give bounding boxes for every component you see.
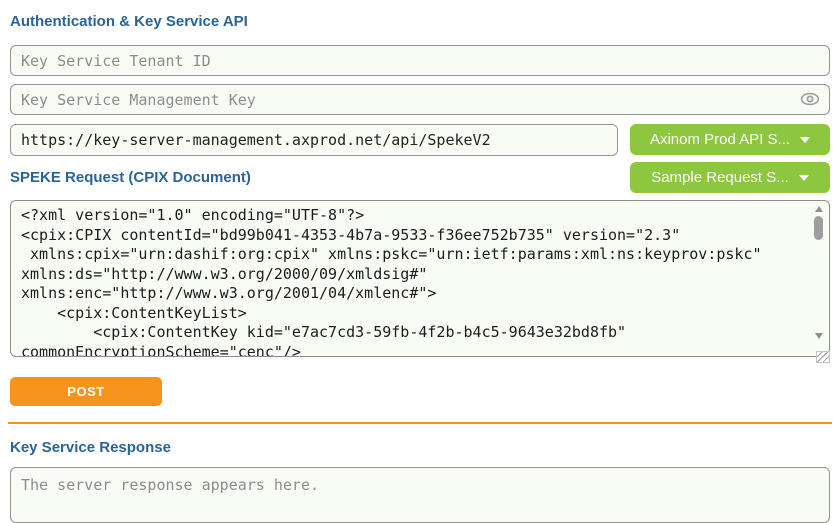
eye-icon[interactable]	[800, 92, 820, 106]
page-title: Authentication & Key Service API	[10, 13, 830, 31]
speke-api-tester-panel: Authentication & Key Service API Axinom …	[10, 0, 830, 523]
tenant-id-input[interactable]	[10, 45, 830, 76]
tenant-id-field	[10, 45, 830, 76]
management-key-input[interactable]	[10, 84, 830, 115]
scroll-down-icon[interactable]	[815, 333, 823, 339]
cpix-editor-wrap: <?xml version="1.0" encoding="UTF-8"?> <…	[10, 200, 830, 357]
scrollbar-thumb[interactable]	[814, 216, 823, 240]
cpix-request-content: <?xml version="1.0" encoding="UTF-8"?> <…	[11, 201, 829, 357]
management-key-field	[10, 84, 830, 115]
endpoint-row: Axinom Prod API S...	[10, 124, 830, 156]
resize-grip-icon[interactable]	[816, 351, 830, 363]
response-label: Key Service Response	[10, 439, 830, 457]
cpix-request-editor[interactable]: <?xml version="1.0" encoding="UTF-8"?> <…	[10, 200, 830, 357]
speke-request-row: SPEKE Request (CPIX Document) Sample Req…	[10, 162, 830, 193]
caret-down-icon	[799, 175, 809, 181]
speke-request-label: SPEKE Request (CPIX Document)	[10, 169, 251, 187]
api-preset-dropdown[interactable]: Axinom Prod API S...	[630, 124, 830, 155]
divider	[8, 422, 832, 424]
sample-request-dropdown-label: Sample Request S...	[651, 169, 789, 186]
scrollbar[interactable]	[812, 204, 826, 353]
api-preset-dropdown-label: Axinom Prod API S...	[650, 131, 790, 148]
caret-down-icon	[800, 137, 810, 143]
api-url-input[interactable]	[10, 124, 618, 156]
response-placeholder-text: The server response appears here.	[21, 476, 319, 494]
response-output[interactable]: The server response appears here.	[10, 467, 830, 523]
sample-request-dropdown[interactable]: Sample Request S...	[630, 162, 830, 193]
scroll-up-icon[interactable]	[815, 206, 823, 212]
post-button[interactable]: POST	[10, 377, 162, 406]
